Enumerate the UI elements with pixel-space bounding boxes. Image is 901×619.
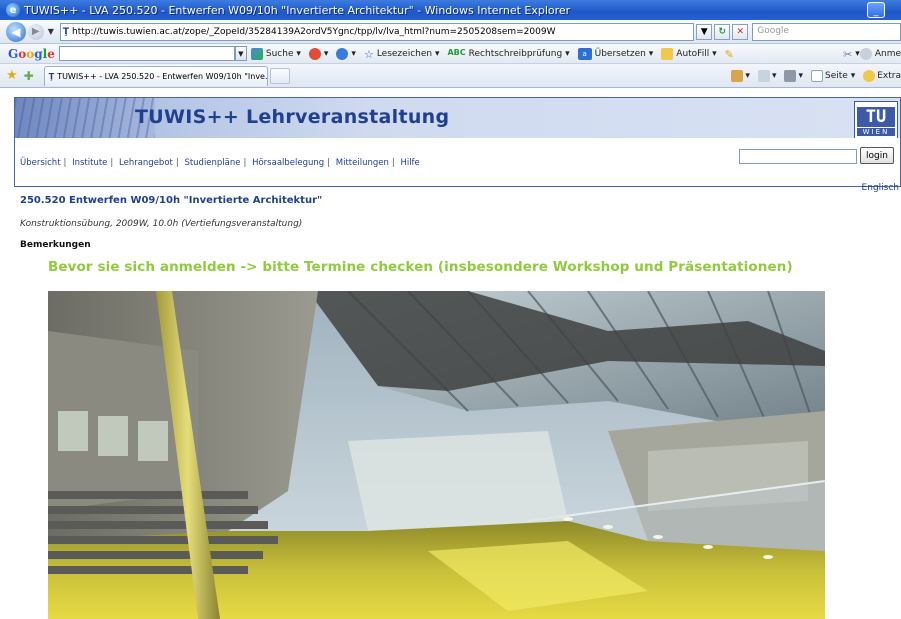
autofill-icon	[661, 47, 674, 60]
favorites-star-icon[interactable]: ★	[6, 68, 18, 83]
nav-studienplaene[interactable]: Studienpläne	[184, 158, 240, 168]
feeds-button[interactable]: ▾	[757, 69, 776, 82]
architecture-rendering-image	[48, 291, 825, 619]
registration-notice: Bevor sie sich anmelden -> bitte Termine…	[48, 259, 793, 275]
page-menu-button[interactable]: Seite ▾	[811, 69, 855, 82]
google-search-button[interactable]: Suche ▾	[250, 47, 301, 60]
address-field[interactable]: Ţ http://tuwis.tuwien.ac.at/zope/_ZopeId…	[59, 22, 695, 41]
settings-button[interactable]: ✂ ▾	[843, 47, 860, 61]
login-button[interactable]: login	[860, 147, 894, 164]
remarks-heading: Bemerkungen	[20, 240, 91, 250]
popup-blocker-icon	[308, 47, 321, 60]
browser-search-input[interactable]: Google	[752, 22, 901, 41]
command-bar: ▾ ▾ ▾ Seite ▾ Extra	[723, 69, 901, 82]
sign-in-button[interactable]: Anme	[859, 47, 901, 60]
home-icon	[731, 69, 744, 82]
stop-button[interactable]: ✕	[732, 23, 749, 40]
nav-hoersaalbelegung[interactable]: Hörsaalbelegung	[252, 158, 324, 168]
nav-hilfe[interactable]: Hilfe	[400, 158, 419, 168]
popup-blocker-button[interactable]: ▾	[308, 47, 328, 60]
nav-lehrangebot[interactable]: Lehrangebot	[119, 158, 173, 168]
tu-wien-logo[interactable]: TU WIEN	[854, 101, 898, 138]
google-toolbar: Google ▼ Suche ▾ ▾ ▾ ☆ Lesezeichen ▾ ABC R…	[0, 44, 901, 64]
banner-title: TUWIS++ Lehrveranstaltung	[135, 106, 450, 128]
tab-favicon-icon: Ţ	[48, 71, 55, 81]
site-nav-links: Übersicht | Institute | Lehrangebot | Studi…	[20, 158, 420, 168]
nav-uebersicht[interactable]: Übersicht	[20, 158, 61, 168]
language-link[interactable]: Englisch	[862, 183, 899, 193]
google-search-dropdown[interactable]: ▼	[234, 46, 247, 61]
nav-mitteilungen[interactable]: Mitteilungen	[336, 158, 389, 168]
gear-icon	[863, 69, 876, 82]
history-dropdown-icon[interactable]: ▼	[48, 27, 54, 36]
share-button[interactable]: ▾	[336, 47, 356, 60]
refresh-button[interactable]: ↻	[714, 23, 731, 40]
address-toolbar: ◀ ▶ ▼ Ţ http://tuwis.tuwien.ac.at/zope/_…	[0, 20, 901, 44]
tab-label: TUWIS++ - LVA 250.520 - Entwerfen W09/10…	[57, 71, 268, 81]
window-title-bar: e TUWIS++ - LVA 250.520 - Entwerfen W09/…	[0, 0, 901, 20]
spellcheck-button[interactable]: ABC Rechtschreibprüfung ▾	[447, 48, 569, 60]
sign-in-icon	[859, 47, 872, 60]
google-search-input[interactable]	[58, 46, 235, 61]
highlighter-icon: ✎	[724, 47, 734, 61]
site-banner: TUWIS++ Lehrveranstaltung TU WIEN	[15, 98, 900, 138]
add-favorite-icon[interactable]: ✚	[24, 69, 34, 83]
banner-building-image	[15, 98, 155, 138]
url-text: http://tuwis.tuwien.ac.at/zope/_ZopeId/3…	[71, 26, 556, 37]
course-info: Konstruktionsübung, 2009W, 10.0h (Vertie…	[20, 219, 303, 229]
tu-favicon-icon: Ţ	[62, 26, 69, 37]
back-button[interactable]: ◀	[6, 21, 26, 42]
print-button[interactable]: ▾	[784, 69, 803, 82]
page-icon	[811, 69, 824, 82]
address-dropdown-button[interactable]: ▼	[696, 23, 713, 40]
print-icon	[784, 69, 797, 82]
nav-institute[interactable]: Institute	[72, 158, 107, 168]
google-search-icon	[250, 47, 263, 60]
feeds-icon	[757, 69, 770, 82]
window-title: TUWIS++ - LVA 250.520 - Entwerfen W09/10…	[24, 3, 571, 17]
page-viewport: TUWIS++ Lehrveranstaltung TU WIEN Übersi…	[0, 89, 901, 619]
translate-button[interactable]: a Übersetzen ▾	[577, 47, 653, 60]
google-logo: Google	[8, 46, 55, 61]
tools-menu-button[interactable]: Extra	[863, 69, 901, 82]
autofill-button[interactable]: AutoFill ▾	[661, 47, 717, 60]
site-nav: Übersicht | Institute | Lehrangebot | Studi…	[15, 138, 900, 186]
site-header: TUWIS++ Lehrveranstaltung TU WIEN Übersi…	[14, 97, 901, 187]
ie-logo-icon: e	[6, 3, 20, 17]
wrench-icon: ✂	[843, 47, 853, 61]
spellcheck-icon: ABC	[447, 47, 466, 57]
minimize-button[interactable]: _	[867, 2, 885, 18]
tab-active[interactable]: Ţ TUWIS++ - LVA 250.520 - Entwerfen W09/…	[43, 65, 268, 86]
login-input[interactable]	[739, 149, 857, 164]
tab-bar: ★ ✚ Ţ TUWIS++ - LVA 250.520 - Entwerfen …	[0, 64, 901, 88]
highlight-button[interactable]: ✎	[724, 47, 737, 61]
home-button[interactable]: ▾	[731, 69, 750, 82]
share-icon	[336, 47, 349, 60]
course-title: 250.520 Entwerfen W09/10h "Invertierte A…	[20, 195, 323, 206]
forward-button[interactable]: ▶	[27, 23, 44, 40]
new-tab-button[interactable]	[269, 67, 290, 84]
translate-icon: a	[577, 47, 592, 60]
bookmarks-button[interactable]: ☆ Lesezeichen ▾	[363, 47, 440, 61]
bookmark-star-icon: ☆	[363, 47, 374, 61]
